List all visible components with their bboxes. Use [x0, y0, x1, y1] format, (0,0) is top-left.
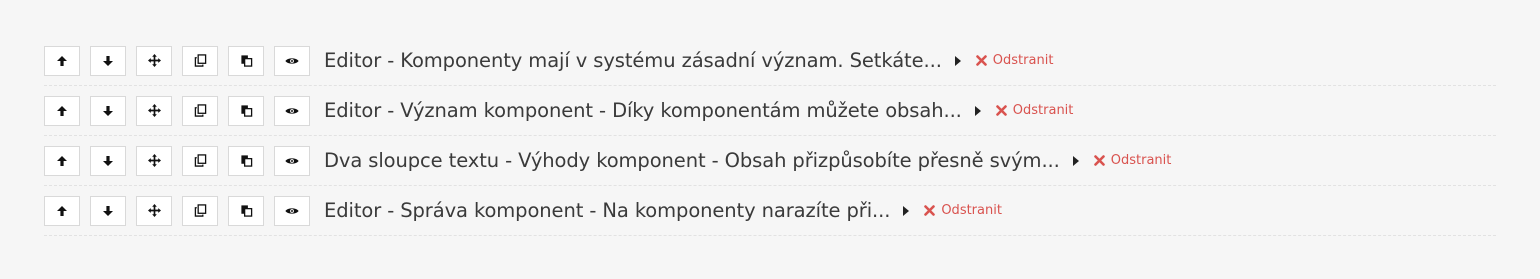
copy-icon: [194, 154, 206, 167]
component-title: Editor - Význam komponent - Díky kompone…: [324, 99, 962, 122]
caret-right-icon: [954, 55, 961, 66]
preview-button[interactable]: [274, 45, 310, 76]
copy-icon: [194, 54, 206, 67]
paste-button[interactable]: [228, 145, 264, 176]
remove-button[interactable]: Odstranit: [924, 203, 1002, 218]
preview-button[interactable]: [274, 195, 310, 226]
component-title: Editor - Komponenty mají v systému zásad…: [324, 49, 942, 72]
arrow-down-icon: [103, 205, 113, 216]
move-icon: [147, 104, 161, 117]
close-icon: [924, 205, 936, 216]
move-icon: [147, 154, 161, 167]
expand-toggle[interactable]: [1072, 155, 1080, 167]
eye-icon: [285, 207, 299, 214]
remove-button[interactable]: Odstranit: [975, 53, 1054, 68]
remove-label: Odstranit: [1012, 103, 1074, 118]
preview-button[interactable]: [274, 95, 310, 126]
paste-button[interactable]: [228, 45, 264, 76]
close-icon: [1093, 155, 1105, 166]
preview-button[interactable]: [274, 145, 310, 176]
component-row: Editor - Význam komponent - Díky kompone…: [44, 86, 1496, 136]
copy-button[interactable]: [182, 195, 218, 226]
paste-button[interactable]: [228, 195, 264, 226]
remove-label: Odstranit: [941, 203, 1002, 218]
drag-handle-button[interactable]: [136, 145, 172, 176]
move-down-button[interactable]: [90, 145, 126, 176]
copy-button[interactable]: [182, 145, 218, 176]
expand-toggle[interactable]: [954, 55, 962, 67]
eye-icon: [285, 57, 299, 64]
arrow-up-icon: [57, 155, 67, 166]
move-down-button[interactable]: [90, 195, 126, 226]
remove-label: Odstranit: [992, 53, 1054, 68]
component-title: Dva sloupce textu - Výhody komponent - O…: [324, 149, 1060, 172]
arrow-down-icon: [103, 55, 113, 66]
expand-toggle[interactable]: [974, 105, 982, 117]
close-icon: [995, 105, 1007, 116]
drag-handle-button[interactable]: [136, 195, 172, 226]
drag-handle-button[interactable]: [136, 45, 172, 76]
paste-icon: [240, 105, 252, 117]
caret-right-icon: [974, 105, 981, 116]
component-row: Editor - Správa komponent - Na komponent…: [44, 186, 1496, 236]
move-icon: [147, 54, 161, 67]
move-down-button[interactable]: [90, 45, 126, 76]
expand-toggle[interactable]: [902, 205, 910, 217]
paste-icon: [240, 155, 252, 167]
arrow-up-icon: [57, 105, 67, 116]
caret-right-icon: [1072, 155, 1079, 166]
component-title: Editor - Správa komponent - Na komponent…: [324, 199, 891, 222]
remove-button[interactable]: Odstranit: [1093, 153, 1172, 168]
remove-label: Odstranit: [1110, 153, 1172, 168]
component-row: Dva sloupce textu - Výhody komponent - O…: [44, 136, 1496, 186]
caret-right-icon: [903, 205, 910, 216]
move-up-button[interactable]: [44, 195, 80, 226]
move-up-button[interactable]: [44, 145, 80, 176]
close-icon: [975, 55, 987, 66]
remove-button[interactable]: Odstranit: [995, 103, 1074, 118]
paste-icon: [240, 205, 252, 217]
paste-button[interactable]: [228, 95, 264, 126]
move-icon: [147, 204, 161, 217]
component-list: Editor - Komponenty mají v systému zásad…: [44, 36, 1496, 236]
move-up-button[interactable]: [44, 45, 80, 76]
eye-icon: [285, 107, 299, 114]
copy-icon: [194, 204, 206, 217]
copy-button[interactable]: [182, 95, 218, 126]
arrow-up-icon: [57, 205, 67, 216]
move-down-button[interactable]: [90, 95, 126, 126]
move-up-button[interactable]: [44, 95, 80, 126]
copy-button[interactable]: [182, 45, 218, 76]
component-row: Editor - Komponenty mají v systému zásad…: [44, 36, 1496, 86]
drag-handle-button[interactable]: [136, 95, 172, 126]
copy-icon: [194, 104, 206, 117]
arrow-down-icon: [103, 105, 113, 116]
arrow-down-icon: [103, 155, 113, 166]
arrow-up-icon: [57, 55, 67, 66]
eye-icon: [285, 157, 299, 164]
paste-icon: [240, 55, 252, 67]
